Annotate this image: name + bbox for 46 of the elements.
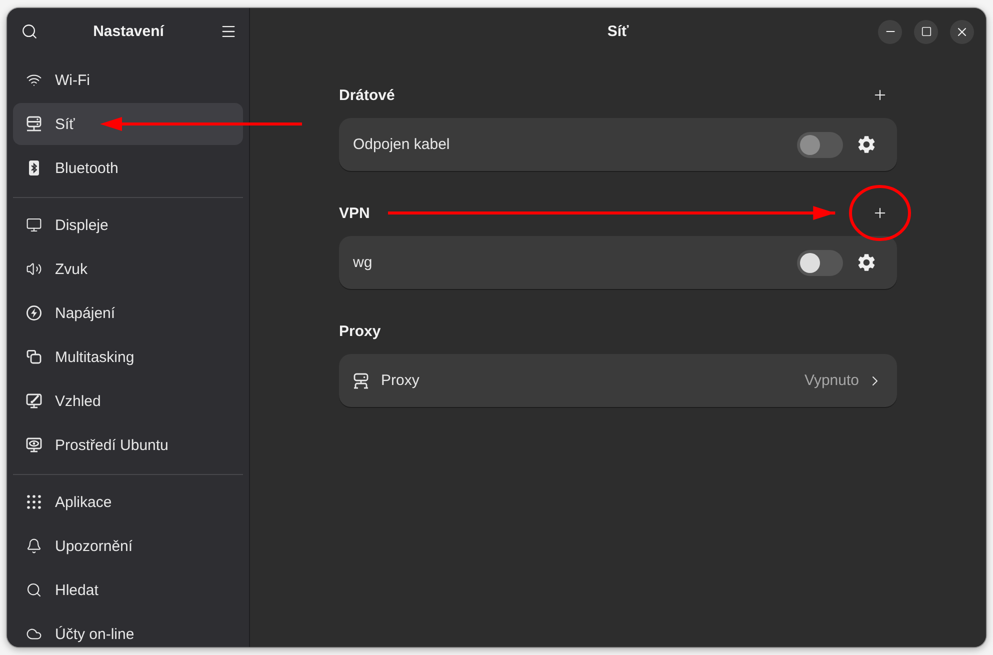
search-icon: [26, 582, 42, 598]
server-icon: [353, 372, 369, 388]
plus-icon: [872, 205, 888, 221]
sidebar-item[interactable]: Aplikace: [13, 481, 243, 523]
proxy-row[interactable]: Proxy Vypnuto: [339, 354, 897, 407]
grid-icon: [26, 494, 42, 510]
monitor-brush-icon: [26, 393, 42, 409]
bell-icon: [26, 538, 42, 554]
status-value: Vypnuto: [804, 372, 859, 389]
monitor-icon: [26, 217, 42, 233]
page-title: Síť: [607, 23, 629, 40]
sidebar-item[interactable]: Wi-Fi: [13, 59, 243, 101]
section-title: Drátové: [339, 86, 395, 104]
close-button[interactable]: [950, 20, 974, 44]
maximize-button[interactable]: [914, 20, 938, 44]
maximize-icon: [920, 26, 932, 37]
section-title: Proxy: [339, 322, 381, 340]
section-title: VPN: [339, 204, 370, 222]
settings-icon: [856, 134, 876, 155]
sidebar-item[interactable]: Upozornění: [13, 525, 243, 567]
speaker-icon: [26, 261, 42, 277]
power-icon: [26, 305, 42, 321]
sidebar-item[interactable]: Prostředí Ubuntu: [13, 424, 243, 466]
sidebar-item[interactable]: Displeje: [13, 204, 243, 246]
sidebar-item[interactable]: Účty on-line: [13, 613, 243, 647]
connection-name: wg: [353, 254, 374, 271]
windows-icon: [26, 349, 42, 365]
sidebar-item[interactable]: Napájení: [13, 292, 243, 334]
sidebar-item[interactable]: Multitasking: [13, 336, 243, 378]
sidebar-item[interactable]: Bluetooth: [13, 147, 243, 189]
plus-icon: [872, 87, 888, 103]
monitor-eye-icon: [26, 437, 42, 453]
search-icon: [20, 23, 38, 40]
sidebar-item[interactable]: Hledat: [13, 569, 243, 611]
sidebar-item[interactable]: Zvuk: [13, 248, 243, 290]
network-icon: [26, 116, 42, 132]
cloud-icon: [26, 626, 42, 642]
bluetooth-icon: [26, 160, 42, 176]
sidebar-title: Nastavení: [93, 23, 164, 40]
menu-icon: [220, 23, 236, 40]
settings-icon: [856, 252, 876, 273]
row-label: Proxy: [381, 372, 420, 389]
toggle-switch[interactable]: [797, 250, 843, 276]
sidebar-item[interactable]: Síť: [13, 103, 243, 145]
connection-name: Odpojen kabel: [353, 136, 451, 153]
sidebar-item[interactable]: Vzhled: [13, 380, 243, 422]
